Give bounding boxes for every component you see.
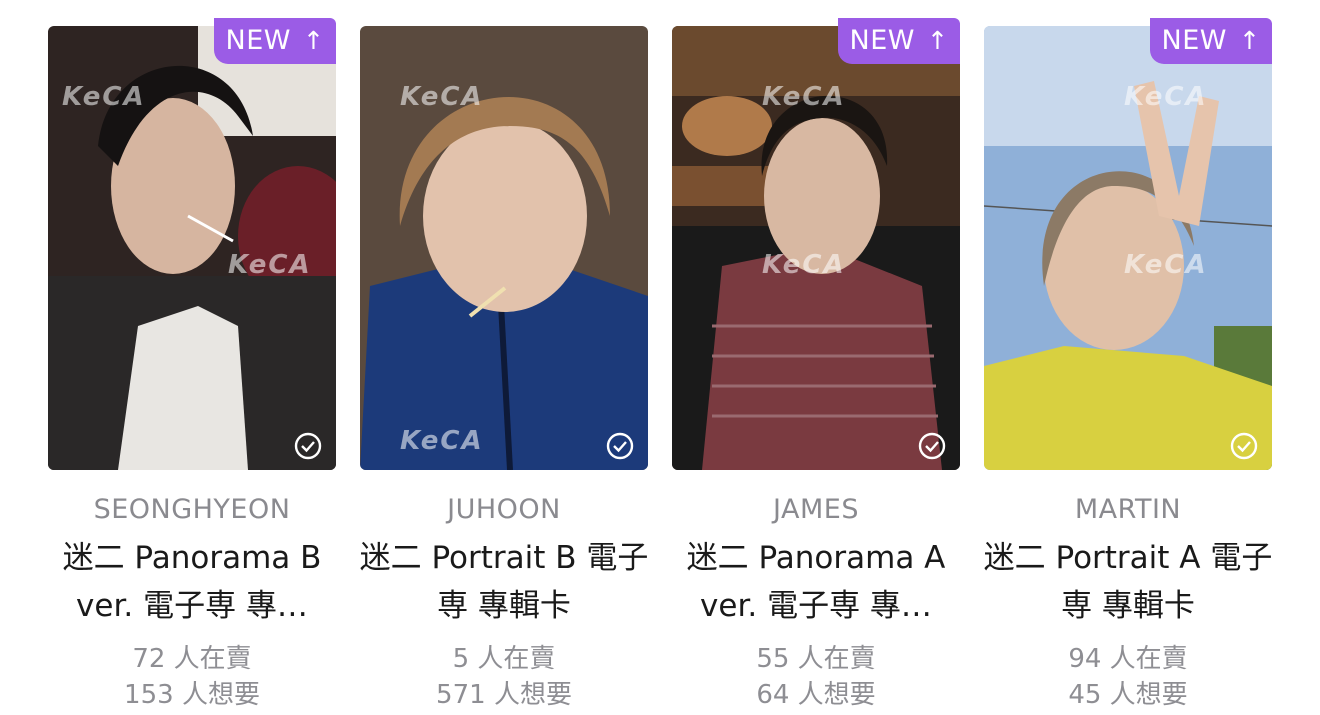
watermark: KeCA (762, 250, 846, 280)
photocard-image[interactable]: KeCA KeCA (48, 26, 336, 470)
arrow-up-icon: ↑ (303, 26, 325, 55)
arrow-up-icon: ↑ (927, 26, 949, 55)
watermark: KeCA (400, 82, 484, 112)
card-title[interactable]: 迷二 Panorama B ver. 電子専 專… (38, 534, 346, 630)
watermark: KeCA (400, 426, 484, 456)
new-badge-label: NEW (1161, 25, 1227, 56)
check-circle-icon[interactable] (606, 432, 634, 460)
new-badge: NEW ↑ (838, 18, 960, 64)
want-count: 571 人想要 (436, 680, 572, 710)
watermark: KeCA (228, 250, 312, 280)
watermark: KeCA (1124, 250, 1208, 280)
member-name: SEONGHYEON (93, 494, 291, 525)
card-title[interactable]: 迷二 Portrait B 電子専 專輯卡 (350, 534, 658, 630)
want-count: 153 人想要 (124, 680, 260, 710)
check-circle-icon[interactable] (294, 432, 322, 460)
photocard-item[interactable]: KeCA KeCA NEW ↑ SEONGHYEON 迷二 Panorama B … (48, 18, 336, 710)
photocard-image[interactable]: KeCA KeCA (672, 26, 960, 470)
photocard-item[interactable]: KeCA KeCA NEW ↑ MARTIN 迷二 Portrait A 電子専 … (984, 18, 1272, 710)
watermark: KeCA (762, 82, 846, 112)
photocard-item[interactable]: KeCA KeCA JUHOON 迷二 Portrait B 電子専 專輯卡 5… (360, 26, 648, 710)
member-name: JUHOON (447, 494, 561, 525)
sell-count: 72 人在賣 (132, 644, 252, 674)
photocard-image[interactable]: KeCA KeCA (984, 26, 1272, 470)
member-name: JAMES (773, 494, 859, 525)
sell-count: 55 人在賣 (756, 644, 876, 674)
check-circle-icon[interactable] (918, 432, 946, 460)
photocard-item[interactable]: KeCA KeCA NEW ↑ JAMES 迷二 Panorama A ver. … (672, 18, 960, 710)
new-badge: NEW ↑ (214, 18, 336, 64)
card-title[interactable]: 迷二 Panorama A ver. 電子専 專… (662, 534, 970, 630)
watermark: KeCA (1124, 82, 1208, 112)
new-badge-label: NEW (225, 25, 291, 56)
watermark: KeCA (62, 82, 146, 112)
photocard-grid: KeCA KeCA NEW ↑ SEONGHYEON 迷二 Panorama B … (0, 0, 1320, 715)
want-count: 64 人想要 (756, 680, 876, 710)
sell-count: 94 人在賣 (1068, 644, 1188, 674)
sell-count: 5 人在賣 (452, 644, 556, 674)
card-title[interactable]: 迷二 Portrait A 電子専 專輯卡 (974, 534, 1282, 630)
photocard-image[interactable]: KeCA KeCA (360, 26, 648, 470)
new-badge: NEW ↑ (1150, 18, 1272, 64)
arrow-up-icon: ↑ (1239, 26, 1261, 55)
want-count: 45 人想要 (1068, 680, 1188, 710)
member-name: MARTIN (1074, 494, 1182, 525)
new-badge-label: NEW (849, 25, 915, 56)
check-circle-icon[interactable] (1230, 432, 1258, 460)
